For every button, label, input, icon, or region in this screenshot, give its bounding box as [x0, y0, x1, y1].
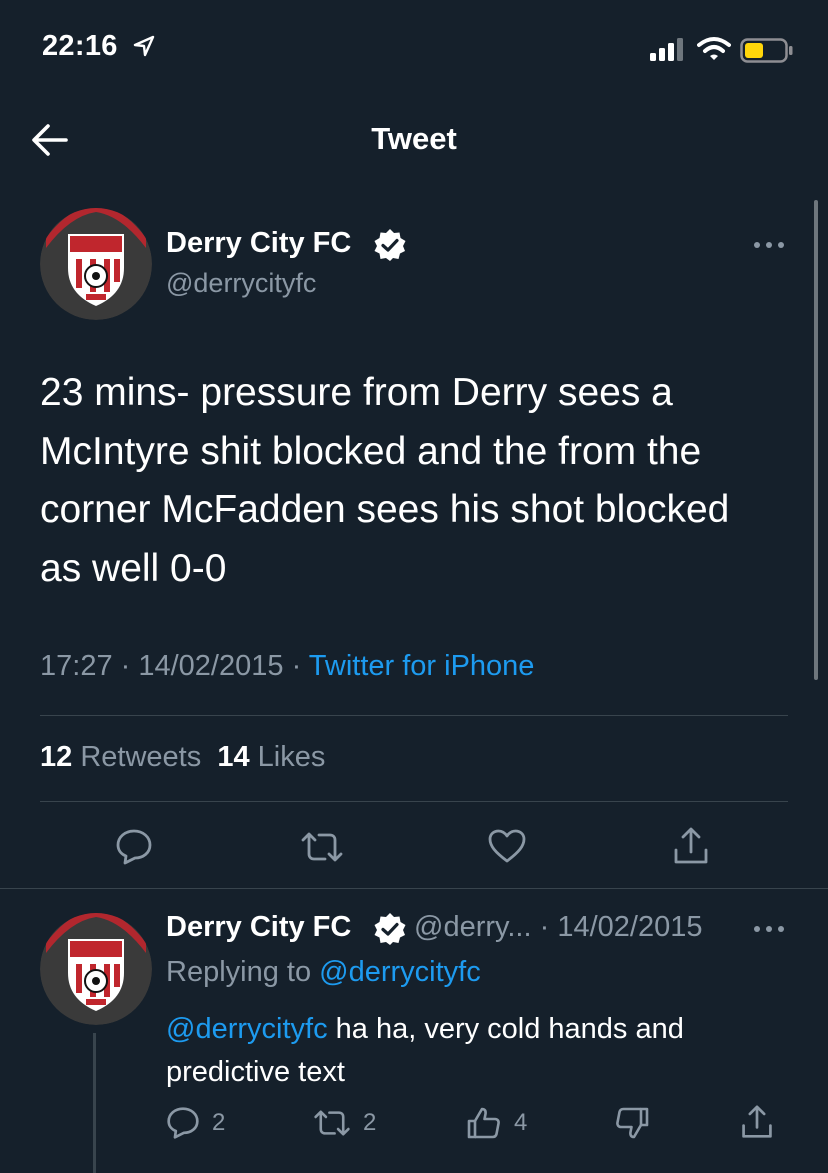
thumbs-up-icon	[467, 1107, 500, 1139]
reply-author[interactable]: Derry City FC	[166, 911, 351, 944]
share-icon	[742, 1105, 772, 1138]
tweet-source-link[interactable]: Twitter for iPhone	[309, 650, 535, 682]
reply-text: @derrycityfc ha ha, very cold hands and …	[166, 1008, 786, 1094]
more-horizontal-icon	[754, 926, 784, 932]
separator: ·	[531, 911, 558, 943]
downvote-button[interactable]	[614, 1106, 650, 1140]
share-button[interactable]	[672, 826, 710, 866]
wifi-icon	[697, 36, 731, 62]
retweet-button[interactable]	[300, 828, 344, 866]
handle[interactable]: @derrycityfc	[166, 268, 316, 299]
tweet-stats: 12 Retweets 14 Likes	[40, 741, 325, 774]
heart-icon	[488, 829, 526, 863]
share-button[interactable]	[740, 1104, 774, 1140]
display-name[interactable]: Derry City FC	[166, 227, 351, 260]
like-button[interactable]	[487, 828, 527, 864]
more-horizontal-icon	[754, 242, 784, 248]
retweet-icon	[301, 832, 343, 862]
tweet-date: 14/02/2015	[138, 650, 284, 682]
retweets-stat[interactable]: 12 Retweets	[40, 741, 201, 773]
reply-button[interactable]	[115, 828, 153, 866]
retweet-count: 2	[363, 1109, 377, 1136]
verified-badge-icon	[373, 912, 407, 946]
more-button[interactable]	[752, 924, 786, 934]
reply-bubble-icon	[116, 829, 152, 865]
reply-bubble-icon	[167, 1107, 199, 1139]
display-name: Derry City FC	[166, 911, 352, 943]
club-crest-logo	[40, 208, 152, 320]
like-count: 4	[514, 1109, 528, 1136]
divider	[0, 888, 828, 889]
status-time: 22:16	[42, 30, 118, 62]
reply-count: 2	[212, 1109, 226, 1136]
retweet-button[interactable]: 2	[313, 1106, 376, 1140]
verified-badge-icon	[373, 228, 407, 262]
replying-to: Replying to @derrycityfc	[166, 956, 481, 989]
tweet-meta: 17:27 · 14/02/2015 · Twitter for iPhone	[40, 650, 534, 683]
separator: ·	[283, 650, 309, 682]
divider	[40, 715, 788, 716]
tweet-text: 23 mins- pressure from Derry sees a McIn…	[40, 371, 730, 590]
retweet-icon	[314, 1110, 350, 1136]
separator: ·	[112, 650, 139, 682]
battery-icon	[740, 38, 794, 64]
club-crest-logo	[40, 913, 152, 1025]
retweets-count: 12	[40, 741, 73, 773]
scroll-indicator[interactable]	[814, 200, 818, 680]
likes-stat[interactable]: 14 Likes	[217, 741, 325, 773]
mention-link[interactable]: @derrycityfc	[166, 1013, 328, 1045]
location-arrow-icon	[133, 35, 155, 57]
upvote-button[interactable]: 4	[466, 1106, 527, 1140]
reply-date: 14/02/2015	[557, 911, 703, 943]
avatar[interactable]	[40, 208, 152, 320]
reply-meta: @derry... · 14/02/2015	[414, 911, 702, 944]
page-title: Tweet	[371, 121, 457, 156]
retweets-label: Retweets	[80, 741, 202, 773]
cellular-signal-icon	[650, 38, 688, 62]
more-button[interactable]	[752, 240, 786, 250]
reply-button[interactable]: 2	[166, 1106, 225, 1140]
handle[interactable]: @derry...	[414, 911, 532, 943]
likes-count: 14	[217, 741, 250, 773]
avatar[interactable]	[40, 913, 152, 1025]
replying-to-label: Replying to	[166, 956, 320, 988]
share-icon	[674, 827, 708, 864]
replying-to-handle[interactable]: @derrycityfc	[319, 956, 481, 988]
thread-line	[93, 1033, 96, 1173]
tweet-time: 17:27	[40, 650, 113, 682]
likes-label: Likes	[257, 741, 326, 773]
thumbs-down-icon	[616, 1107, 649, 1139]
divider	[40, 801, 788, 802]
